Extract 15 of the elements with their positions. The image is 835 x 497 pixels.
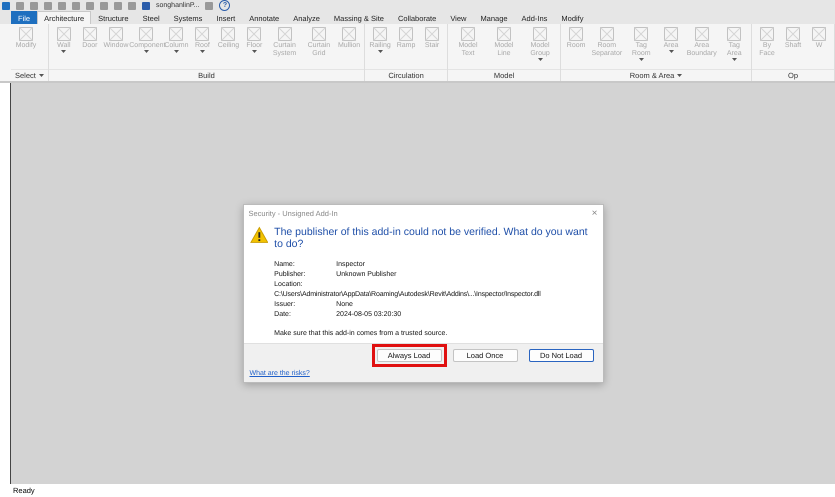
caret-icon [732,58,737,61]
caret-icon [638,58,644,61]
caret-icon [378,50,383,53]
caret-icon [538,58,543,61]
dialog-heading: The publisher of this add-in could not be verified. What do you want to do? [274,226,589,250]
close-button[interactable]: × [592,208,598,218]
caret-icon [252,50,257,53]
caret-icon [144,50,149,53]
caret-icon [200,50,205,53]
caret-icon [668,50,674,53]
caret-icon [38,74,44,77]
caret-icon [61,50,66,53]
caret-icon [677,74,682,77]
warning-icon [250,226,268,244]
caret-icon [174,50,179,53]
